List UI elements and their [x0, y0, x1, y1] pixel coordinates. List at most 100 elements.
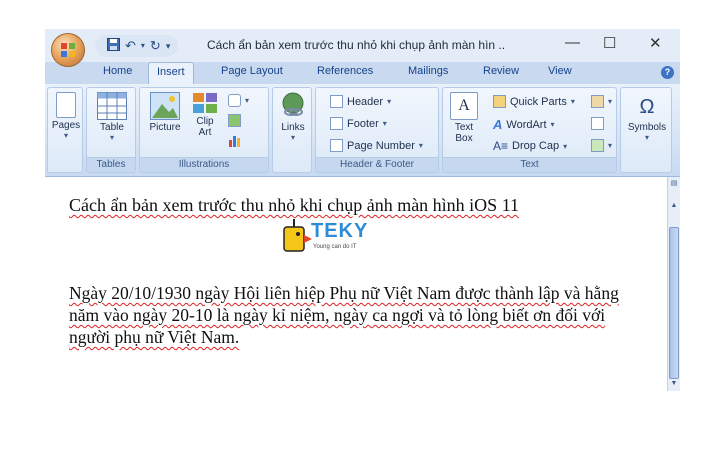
group-pages: Pages ▾ — [47, 87, 83, 173]
close-button[interactable]: ✕ — [649, 34, 662, 52]
tab-mailings[interactable]: Mailings — [408, 65, 448, 77]
chevron-down-icon: ▾ — [418, 141, 423, 150]
header-footer-group-label: Header & Footer — [316, 157, 438, 172]
pages-icon — [56, 92, 76, 118]
scroll-down-icon[interactable]: ▼ — [669, 379, 679, 389]
tab-insert[interactable]: Insert — [148, 62, 194, 84]
ruler-toggle-icon[interactable]: ▤ — [669, 179, 679, 189]
document-page[interactable]: Cách ẩn bản xem trước thu nhỏ khi chụp ả… — [45, 177, 667, 391]
chart-icon — [229, 136, 240, 147]
chevron-down-icon: ▾ — [570, 97, 575, 106]
tab-home[interactable]: Home — [103, 65, 132, 77]
document-title-line: Cách ẩn bản xem trước thu nhỏ khi chụp ả… — [69, 195, 519, 216]
header-button[interactable]: Header ▾ — [330, 95, 391, 108]
document-paragraph: Ngày 20/10/1930 ngày Hội liên hiệp Phụ n… — [69, 282, 649, 348]
teky-tagline: Young can do IT — [313, 244, 357, 250]
footer-icon — [330, 117, 343, 130]
signature-line-icon — [591, 95, 604, 108]
pages-label: Pages — [51, 120, 81, 131]
smartart-button[interactable] — [228, 114, 241, 127]
quick-parts-button[interactable]: Quick Parts ▾ — [493, 95, 575, 108]
undo-icon[interactable]: ↶ — [125, 38, 136, 54]
clip-art-label: Clip Art — [196, 116, 214, 138]
shapes-button[interactable]: ▾ — [228, 94, 249, 107]
footer-button[interactable]: Footer ▾ — [330, 117, 387, 130]
chevron-down-icon: ▾ — [563, 141, 568, 151]
table-label: Table — [100, 122, 124, 133]
picture-label: Picture — [149, 122, 181, 133]
header-icon — [330, 95, 343, 108]
symbols-label: Symbols — [627, 122, 667, 133]
clip-art-icon — [193, 93, 217, 113]
header-label: Header — [347, 95, 384, 108]
links-label: Links — [281, 122, 305, 133]
smartart-icon — [228, 114, 241, 127]
clip-art-button[interactable]: Clip Art — [190, 92, 220, 138]
drop-cap-icon: A≡ — [493, 139, 509, 153]
table-icon — [97, 92, 127, 120]
teky-logo-text: TEKY — [311, 220, 369, 242]
chevron-down-icon: ▾ — [245, 96, 250, 105]
quick-access-toolbar: ↶ ▾ ↻ ▾ — [95, 35, 179, 57]
tab-review[interactable]: Review — [483, 65, 519, 77]
group-links: Links ▾ — [272, 87, 312, 173]
text-box-button[interactable]: A Text Box — [447, 92, 481, 144]
date-time-button[interactable] — [591, 117, 604, 130]
text-box-icon: A — [450, 92, 478, 120]
tab-references[interactable]: References — [317, 65, 373, 77]
group-tables: Table ▾ Tables — [86, 87, 136, 173]
scroll-thumb[interactable] — [669, 227, 679, 379]
picture-button[interactable]: Picture — [144, 92, 186, 133]
undo-dropdown-icon[interactable]: ▾ — [141, 38, 145, 54]
wordart-icon: A — [493, 117, 503, 132]
group-symbols: Ω Symbols ▾ — [620, 87, 672, 173]
tab-view[interactable]: View — [548, 65, 572, 77]
chevron-down-icon: ▾ — [608, 97, 613, 106]
office-button[interactable] — [51, 33, 85, 67]
group-header-footer: Header ▾ Footer ▾ Page Number ▾ Header & Fo… — [315, 87, 439, 173]
text-box-label: Text Box — [454, 122, 474, 144]
document-paragraph-text: Ngày 20/10/1930 ngày Hội liên hiệp Phụ n… — [69, 283, 619, 347]
footer-label: Footer — [347, 117, 379, 130]
object-icon — [591, 139, 604, 152]
chevron-down-icon: ▾ — [387, 97, 392, 106]
group-text: A Text Box Quick Parts ▾ A WordArt ▾ A≡ Drop… — [442, 87, 617, 173]
omega-icon: Ω — [639, 96, 655, 118]
save-icon[interactable] — [107, 37, 120, 55]
document-title-text: Cách ẩn bản xem trước thu nhỏ khi chụp ả… — [69, 195, 520, 215]
window-title: Cách ẩn bản xem trước thu nhỏ khi chụp ả… — [207, 38, 506, 52]
help-icon[interactable]: ? — [661, 66, 674, 79]
tables-group-label: Tables — [87, 157, 135, 172]
chevron-down-icon: ▾ — [109, 133, 114, 142]
page-number-icon — [330, 139, 343, 152]
redo-icon[interactable]: ↻ — [150, 38, 161, 54]
symbols-button[interactable]: Ω Symbols ▾ — [623, 92, 671, 142]
page-number-button[interactable]: Page Number ▾ — [330, 139, 423, 152]
links-icon — [282, 92, 304, 116]
chart-button[interactable] — [228, 134, 242, 147]
chevron-down-icon: ▾ — [644, 133, 649, 142]
tab-page-layout[interactable]: Page Layout — [221, 65, 283, 77]
drop-cap-button[interactable]: A≡ Drop Cap ▾ — [493, 139, 567, 153]
links-button[interactable]: Links ▾ — [276, 92, 310, 142]
customize-qat-icon[interactable]: ▾ — [166, 38, 171, 54]
chevron-down-icon: ▾ — [63, 131, 68, 140]
teky-bird-icon — [283, 219, 312, 252]
scroll-up-icon[interactable]: ▲ — [669, 201, 679, 211]
picture-icon — [150, 92, 180, 120]
pages-button[interactable]: Pages ▾ — [49, 92, 83, 140]
minimize-button[interactable]: — — [565, 34, 580, 51]
office-logo-icon — [61, 43, 75, 57]
wordart-button[interactable]: A WordArt ▾ — [493, 117, 555, 132]
maximize-button[interactable]: ☐ — [603, 34, 616, 52]
signature-line-button[interactable]: ▾ — [591, 95, 612, 108]
chevron-down-icon: ▾ — [290, 133, 295, 142]
vertical-scrollbar[interactable]: ▤ ▲ ▼ — [667, 177, 680, 391]
quick-parts-icon — [493, 95, 506, 108]
shapes-icon — [228, 94, 241, 107]
insert-object-button[interactable]: ▾ — [591, 139, 612, 152]
table-button[interactable]: Table ▾ — [93, 92, 131, 142]
title-bar: ↶ ▾ ↻ ▾ Cách ẩn bản xem trước thu nhỏ kh… — [45, 29, 680, 67]
page-number-label: Page Number — [347, 139, 415, 152]
chevron-down-icon: ▾ — [550, 120, 555, 129]
